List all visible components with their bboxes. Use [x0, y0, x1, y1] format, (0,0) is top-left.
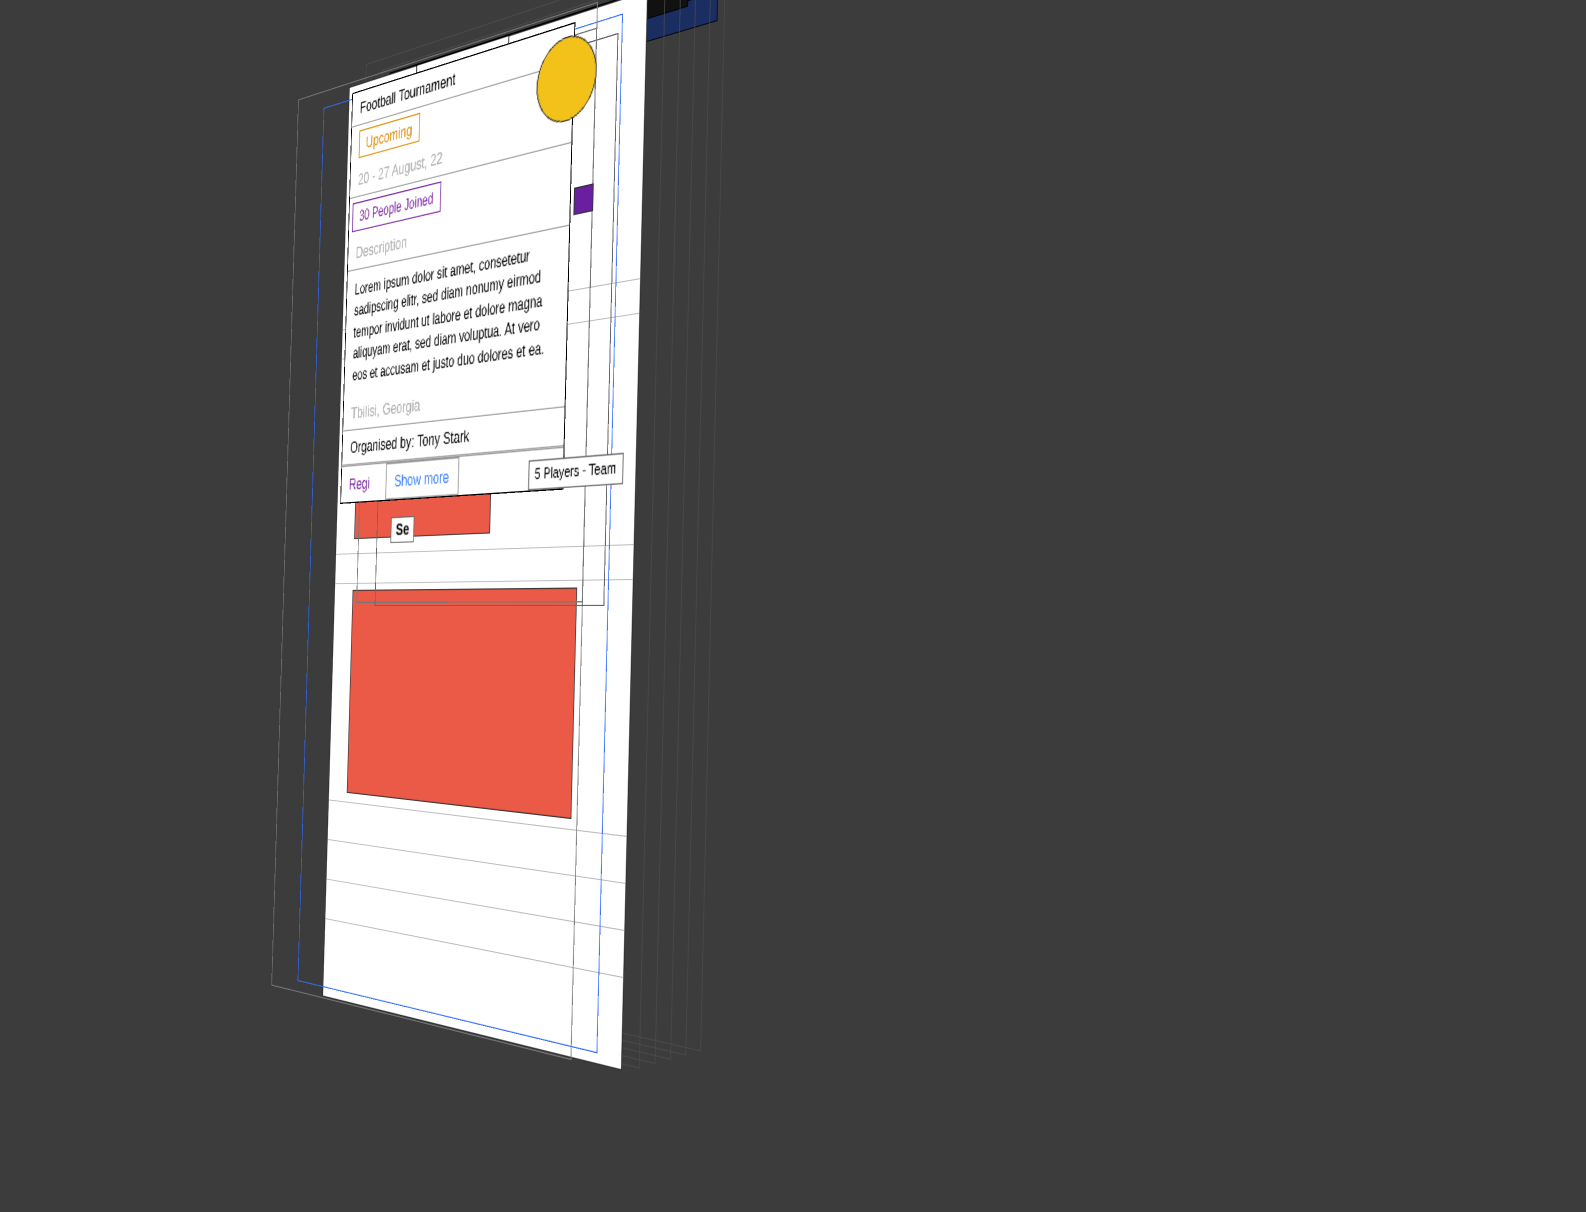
tournament-card[interactable]: Football Tournament Upcoming 20 - 27 Aug… [340, 22, 575, 504]
show-more-button[interactable]: Show more [385, 457, 459, 500]
tournament-image [347, 588, 578, 820]
register-button[interactable]: Regi [341, 465, 378, 501]
date-label: 20 - 27 August, 22 [350, 105, 572, 200]
badge-icon [573, 183, 594, 215]
